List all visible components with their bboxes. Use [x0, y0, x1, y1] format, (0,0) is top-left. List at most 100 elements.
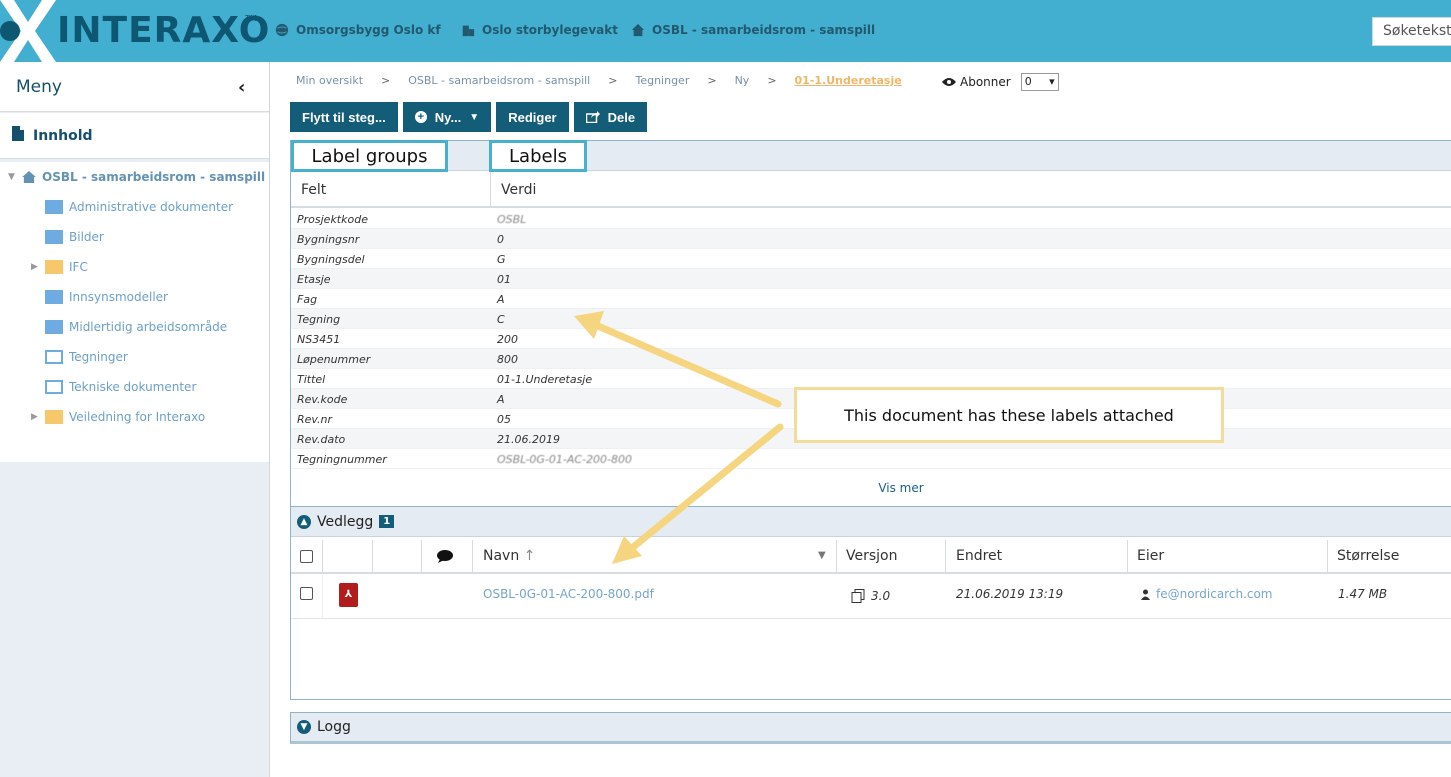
- property-row: Prosjektkode OSBL: [291, 209, 1451, 229]
- tab-label-groups[interactable]: Label groups: [291, 140, 448, 172]
- menu-header: Meny ‹: [0, 62, 269, 112]
- top-link-room[interactable]: OSBL - samarbeidsrom - samspill: [630, 23, 875, 37]
- tree-root-label: OSBL - samarbeidsrom - samspill: [42, 170, 266, 184]
- tree-item-drawings[interactable]: Tegninger: [45, 350, 128, 364]
- property-value: 0: [497, 233, 504, 246]
- breadcrumb-item[interactable]: Tegninger: [635, 74, 689, 87]
- column-divider: [490, 172, 491, 208]
- folder-icon: [45, 320, 63, 334]
- tree-item-label: IFC: [69, 260, 88, 274]
- property-row: Bygningsdel G: [291, 249, 1451, 269]
- tree-item-images[interactable]: Bilder: [45, 230, 104, 244]
- subscribe-select[interactable]: 0: [1020, 73, 1059, 91]
- row-checkbox[interactable]: [300, 587, 313, 600]
- tree-item-guide[interactable]: ▶ Veiledning for Interaxo: [31, 410, 205, 424]
- property-row: NS3451 200: [291, 329, 1451, 349]
- column-divider: [945, 540, 946, 574]
- subscribe-label: Abonner: [960, 75, 1011, 89]
- expand-caret-icon[interactable]: ▶: [31, 262, 39, 272]
- content-nav-item[interactable]: Innhold: [0, 113, 269, 159]
- properties-table-header: Felt Verdi: [291, 172, 1451, 208]
- collapse-menu-button[interactable]: ‹: [238, 77, 245, 98]
- edit-button[interactable]: Rediger: [496, 102, 569, 132]
- home-icon: [631, 23, 645, 37]
- folder-tree: ▼ OSBL - samarbeidsrom - samspill Admini…: [0, 162, 269, 462]
- log-panel-header[interactable]: ▼ Logg: [290, 712, 1451, 744]
- share-button[interactable]: Dele: [573, 102, 648, 132]
- user-icon: [1141, 589, 1150, 600]
- property-value: 21.06.2019: [497, 433, 560, 446]
- tree-item-models[interactable]: Innsynsmodeller: [45, 290, 168, 304]
- move-to-step-button[interactable]: Flytt til steg...: [290, 102, 398, 132]
- property-key: Bygningsdel: [297, 253, 365, 266]
- share-label: Dele: [607, 109, 636, 125]
- column-name-label: Navn: [483, 548, 520, 564]
- property-value: A: [497, 293, 505, 306]
- attachments-count-badge: 1: [379, 515, 395, 528]
- column-divider: [421, 540, 422, 574]
- column-size[interactable]: Størrelse: [1337, 548, 1399, 564]
- property-value: OSBL: [497, 213, 527, 226]
- top-link-organization[interactable]: Omsorgsbygg Oslo kf: [274, 23, 441, 37]
- chevron-up-icon[interactable]: ▲: [297, 514, 311, 529]
- column-owner[interactable]: Eier: [1137, 548, 1164, 564]
- breadcrumb-separator: >: [381, 74, 391, 87]
- top-link-project[interactable]: Oslo storbylegevakt: [460, 23, 618, 37]
- search-input[interactable]: Søketekst: [1372, 17, 1451, 46]
- interaxo-logo[interactable]: INTERAXO TM: [0, 0, 269, 62]
- table-row[interactable]: ⅄ OSBL-0G-01-AC-200-800.pdf 3.0 21.06.20…: [291, 575, 1451, 619]
- property-key: Løpenummer: [297, 353, 371, 366]
- expand-caret-icon[interactable]: ▼: [8, 172, 16, 182]
- property-key: Rev.dato: [297, 433, 346, 446]
- property-row: Fag A: [291, 289, 1451, 309]
- eye-icon: [942, 78, 956, 86]
- subscribe-control: Abonner 0: [942, 73, 1059, 91]
- version-value: 3.0: [871, 589, 891, 603]
- breadcrumb-separator: >: [608, 74, 618, 87]
- property-key: Etasje: [297, 273, 331, 286]
- breadcrumb-item[interactable]: Ny: [735, 74, 750, 87]
- property-value: G: [497, 253, 506, 266]
- select-all-checkbox[interactable]: [300, 550, 313, 563]
- version-cell[interactable]: 3.0: [851, 589, 890, 603]
- file-name-link[interactable]: OSBL-0G-01-AC-200-800.pdf: [483, 587, 654, 601]
- property-key: Prosjektkode: [297, 213, 368, 226]
- owner-email: fe@nordicarch.com: [1156, 587, 1273, 601]
- caret-down-icon: ▼: [469, 111, 480, 123]
- property-key: Fag: [297, 293, 318, 306]
- show-more-link[interactable]: Vis mer: [291, 481, 1451, 495]
- expand-caret-icon[interactable]: ▶: [31, 412, 39, 422]
- tree-item-technical[interactable]: Tekniske dokumenter: [45, 380, 196, 394]
- column-name[interactable]: Navn ↑: [483, 548, 535, 564]
- tab-labels[interactable]: Labels: [489, 140, 587, 172]
- property-value: 01-1.Underetasje: [497, 373, 593, 386]
- subscribe-button[interactable]: Abonner: [942, 75, 1011, 89]
- property-row: Tegning C: [291, 309, 1451, 329]
- chevron-down-icon[interactable]: ▼: [297, 720, 311, 734]
- tree-item-temp[interactable]: Midlertidig arbeidsområde: [45, 320, 227, 334]
- document-icon: [12, 126, 24, 141]
- share-icon: [585, 111, 600, 123]
- content-nav-label: Innhold: [33, 128, 93, 144]
- breadcrumb-current[interactable]: 01-1.Underetasje: [795, 74, 902, 87]
- column-divider: [322, 575, 323, 619]
- breadcrumb-item[interactable]: OSBL - samarbeidsrom - samspill: [408, 74, 590, 87]
- column-changed[interactable]: Endret: [956, 548, 1002, 564]
- tree-item-ifc[interactable]: ▶ IFC: [31, 260, 88, 274]
- column-version[interactable]: Versjon: [846, 548, 897, 564]
- folder-icon: [45, 230, 63, 244]
- tree-root-item[interactable]: ▼ OSBL - samarbeidsrom - samspill: [8, 170, 265, 184]
- properties-tab-bar: Label groups Labels: [291, 140, 1451, 172]
- log-title: Logg: [317, 719, 351, 735]
- attachments-header[interactable]: ▲ Vedlegg 1: [291, 507, 1451, 537]
- column-divider: [1327, 540, 1328, 574]
- column-divider: [836, 540, 837, 574]
- property-key: Tegningnummer: [297, 453, 387, 466]
- tree-item-admin[interactable]: Administrative dokumenter: [45, 200, 233, 214]
- owner-cell[interactable]: fe@nordicarch.com: [1141, 587, 1273, 601]
- property-value: C: [497, 313, 505, 326]
- new-dropdown-button[interactable]: + Ny... ▼: [402, 102, 492, 132]
- column-menu-caret-icon[interactable]: ▼: [818, 550, 826, 561]
- file-size: 1.47 MB: [1338, 587, 1388, 601]
- breadcrumb-item[interactable]: Min oversikt: [296, 74, 363, 87]
